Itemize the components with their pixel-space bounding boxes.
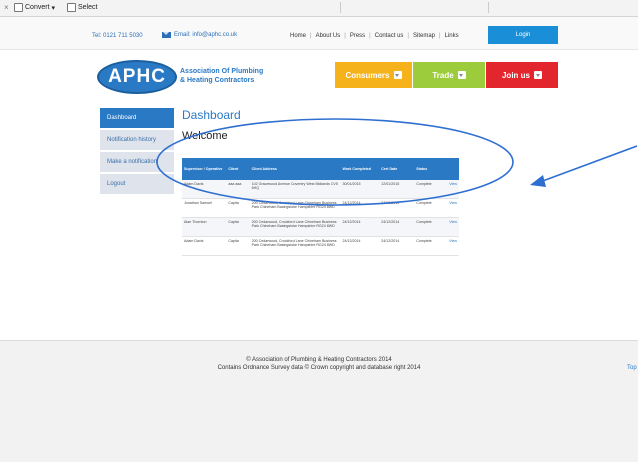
col-action — [447, 158, 459, 180]
view-link[interactable]: View — [447, 180, 459, 199]
table-header-row: Supervisor / Operative Client Client Add… — [182, 158, 459, 180]
convert-icon — [14, 3, 23, 12]
chevron-down-icon — [534, 71, 542, 79]
footer-os-notice: Contains Ordnance Survey data © Crown co… — [217, 365, 421, 371]
footer: © Association of Plumbing & Heating Cont… — [0, 340, 638, 462]
toolbar-divider — [488, 2, 489, 13]
select-button[interactable]: Select — [67, 3, 97, 12]
top-nav: Home | About Us | Press | Contact us | S… — [290, 33, 459, 39]
welcome-heading: Welcome — [182, 130, 228, 142]
col-client-address: Client Address — [249, 158, 341, 180]
col-cert-date: Cert Date — [379, 158, 415, 180]
toolbar-divider — [340, 2, 341, 13]
trade-button[interactable]: Trade — [413, 62, 485, 88]
table-row: Adam Davis aaa aaa 102 Gracewood Avenue … — [182, 180, 459, 199]
phone-number: Tel: 0121 711 5030 — [92, 33, 143, 39]
organisation-name: Association Of Plumbing & Heating Contra… — [180, 68, 264, 84]
col-work-completed: Work Completed — [340, 158, 380, 180]
table-row: Adam Davis Capita 200 Cedarwood, Crockfo… — [182, 236, 459, 256]
notifications-table: Supervisor / Operative Client Client Add… — [182, 158, 459, 256]
table-row: Jonathan Samuel Capita 200 Cedarwood, Cr… — [182, 198, 459, 218]
view-link[interactable]: View — [447, 198, 459, 218]
page-title: Dashboard — [182, 108, 241, 122]
table-row: Alan Thornton Capita 200 Cedarwood, Croc… — [182, 217, 459, 237]
nav-links[interactable]: Links — [445, 33, 459, 39]
join-us-button[interactable]: Join us — [486, 62, 558, 88]
select-label: Select — [78, 4, 98, 11]
aphc-logo[interactable]: APHC — [97, 60, 177, 94]
col-client: Client — [226, 158, 250, 180]
view-link[interactable]: View — [447, 217, 459, 237]
toolbar-close[interactable]: × — [4, 3, 9, 12]
convert-button[interactable]: Convert ▾ — [14, 3, 55, 12]
email-link[interactable]: Email: info@aphc.co.uk — [162, 32, 237, 38]
envelope-icon — [162, 32, 171, 38]
consumers-button[interactable]: Consumers — [335, 62, 412, 88]
nav-about-us[interactable]: About Us — [316, 33, 341, 39]
pdf-toolbar: × Convert ▾ Select — [0, 0, 638, 17]
col-supervisor: Supervisor / Operative — [182, 158, 227, 180]
footer-copyright: © Association of Plumbing & Heating Cont… — [246, 357, 392, 363]
nav-home[interactable]: Home — [290, 33, 306, 39]
nav-sitemap[interactable]: Sitemap — [413, 33, 435, 39]
pointer-arrow-head — [530, 175, 546, 187]
close-icon[interactable]: × — [4, 3, 9, 12]
convert-label: Convert — [25, 4, 50, 11]
top-bar: Tel: 0121 711 5030 Email: info@aphc.co.u… — [0, 17, 638, 50]
login-button[interactable]: Login — [488, 26, 558, 44]
select-icon — [67, 3, 76, 12]
col-status: Status — [414, 158, 448, 180]
sidebar-item-make-a-notification[interactable]: Make a notification — [100, 152, 174, 172]
view-link[interactable]: View — [447, 236, 459, 256]
pointer-arrow-line — [539, 145, 638, 183]
sidebar-item-notification-history[interactable]: Notification history — [100, 130, 174, 150]
sidebar-menu: Dashboard Notification history Make a no… — [100, 108, 174, 196]
email-text: Email: info@aphc.co.uk — [174, 32, 238, 38]
sidebar-item-logout[interactable]: Logout — [100, 174, 174, 194]
sidebar-item-dashboard[interactable]: Dashboard — [100, 108, 174, 128]
nav-press[interactable]: Press — [350, 33, 365, 39]
back-to-top-link[interactable]: Top — [627, 365, 637, 371]
chevron-down-icon — [457, 71, 466, 79]
nav-contact-us[interactable]: Contact us — [375, 33, 404, 39]
chevron-down-icon: ▾ — [51, 4, 56, 12]
chevron-down-icon — [393, 71, 402, 79]
